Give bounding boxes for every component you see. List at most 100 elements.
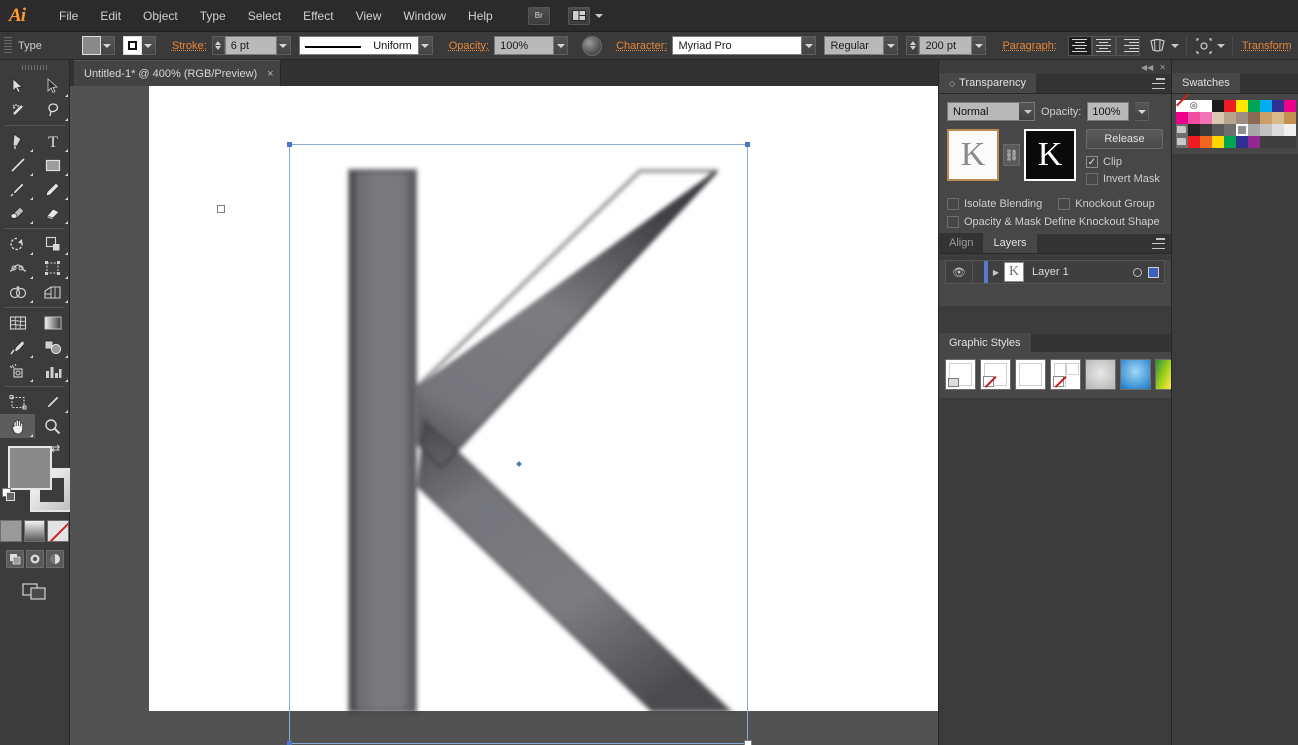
default-fill-stroke-icon[interactable] [2, 488, 16, 502]
color-fill-mode-button[interactable] [0, 520, 22, 542]
swatch-color[interactable] [1260, 136, 1272, 148]
stroke-profile-chevron-icon[interactable] [418, 36, 433, 55]
mask-thumbnail[interactable]: K [1024, 129, 1076, 181]
swatch-none[interactable] [1176, 100, 1188, 112]
swatch-color[interactable] [1284, 112, 1296, 124]
layer-visibility-icon[interactable]: 👁 [946, 266, 972, 279]
stroke-label[interactable]: Stroke: [172, 40, 207, 52]
eraser-tool[interactable] [35, 201, 70, 225]
swatch-color[interactable] [1188, 112, 1200, 124]
layer-expand-chevron-icon[interactable]: ▶ [988, 268, 1004, 277]
swatch-color[interactable] [1224, 136, 1236, 148]
align-left-button[interactable] [1067, 35, 1092, 56]
swap-fill-stroke-icon[interactable]: ⇄ [51, 442, 65, 456]
layer-lock-column[interactable] [972, 261, 984, 283]
swatch-group-folder[interactable] [1176, 136, 1188, 148]
graphic-style-none-split[interactable] [1050, 359, 1081, 390]
swatch-registration[interactable]: ◎ [1188, 100, 1200, 112]
clip-checkbox[interactable]: ✓ [1086, 156, 1098, 168]
swatch-color[interactable] [1272, 124, 1284, 136]
knockout-group-row[interactable]: Knockout Group [1058, 198, 1155, 210]
swatch-color[interactable] [1200, 100, 1212, 112]
shape-builder-tool[interactable] [0, 280, 35, 304]
paintbrush-tool[interactable] [0, 177, 35, 201]
fill-color-indicator[interactable] [8, 446, 52, 490]
swatch-color[interactable] [1272, 112, 1284, 124]
menu-help[interactable]: Help [457, 0, 504, 32]
clip-row[interactable]: ✓ Clip [1086, 156, 1163, 168]
stroke-profile-field[interactable]: Uniform [298, 36, 419, 55]
document-tab[interactable]: Untitled-1* @ 400% (RGB/Preview) × [74, 60, 281, 86]
none-fill-mode-button[interactable] [47, 520, 70, 542]
artboard-tool[interactable] [0, 390, 35, 414]
line-segment-tool[interactable] [0, 153, 35, 177]
character-label[interactable]: Character: [616, 40, 667, 52]
swatch-color[interactable] [1248, 124, 1260, 136]
swatch-color[interactable] [1224, 112, 1236, 124]
artwork-thumbnail[interactable]: K [947, 129, 999, 181]
menu-type[interactable]: Type [189, 0, 237, 32]
swatch-color[interactable] [1236, 112, 1248, 124]
blend-tool[interactable] [35, 335, 70, 359]
scale-tool[interactable] [35, 232, 70, 256]
transparency-opacity-chevron-icon[interactable] [1135, 102, 1150, 121]
type-tool[interactable]: T [35, 129, 70, 153]
menu-select[interactable]: Select [237, 0, 292, 32]
knockout-shape-checkbox[interactable] [947, 216, 959, 228]
graphic-style-white[interactable] [1015, 359, 1046, 390]
swatch-color[interactable] [1224, 100, 1236, 112]
arrange-chevron-down-icon[interactable] [594, 13, 603, 18]
swatch-color[interactable] [1284, 136, 1296, 148]
blend-mode-select[interactable]: Normal [947, 102, 1035, 121]
invert-mask-checkbox[interactable] [1086, 173, 1098, 185]
swatch-color[interactable] [1188, 136, 1200, 148]
align-center-button[interactable] [1091, 35, 1116, 56]
menu-window[interactable]: Window [392, 0, 457, 32]
swatch-color[interactable] [1236, 136, 1248, 148]
swatch-color[interactable] [1188, 124, 1200, 136]
envelope-chevron-down-icon[interactable] [1170, 43, 1179, 48]
rotate-tool[interactable] [0, 232, 35, 256]
font-style-chevron-icon[interactable] [884, 36, 899, 55]
stroke-color-swatch[interactable] [122, 36, 142, 55]
swatch-color[interactable] [1200, 136, 1212, 148]
swatch-color[interactable] [1272, 136, 1284, 148]
pencil-tool[interactable] [35, 177, 70, 201]
change-screen-mode-button[interactable] [21, 580, 48, 600]
font-style-field[interactable]: Regular [824, 36, 885, 55]
canvas-area[interactable] [70, 86, 938, 745]
column-graph-tool[interactable] [35, 359, 70, 383]
swatch-color[interactable] [1260, 124, 1272, 136]
menu-view[interactable]: View [345, 0, 393, 32]
lasso-tool[interactable] [35, 98, 70, 122]
knockout-shape-check-row[interactable]: Opacity & Mask Define Knockout Shape [947, 216, 1160, 228]
menu-edit[interactable]: Edit [89, 0, 132, 32]
arrange-documents-icon[interactable] [567, 6, 590, 25]
layer-name[interactable]: Layer 1 [1024, 266, 1133, 278]
font-size-field[interactable]: 200 pt [919, 36, 973, 55]
stroke-weight-stepper[interactable] [211, 36, 225, 55]
graphic-style-default[interactable] [945, 359, 976, 390]
tab-align[interactable]: Align [939, 233, 984, 253]
mesh-tool[interactable] [0, 311, 35, 335]
swatch-color[interactable] [1212, 100, 1224, 112]
stroke-dropdown-chevron-icon[interactable] [141, 36, 156, 55]
isolate-blending-row[interactable]: Isolate Blending [947, 198, 1042, 210]
release-mask-button[interactable]: Release [1086, 129, 1163, 149]
swatch-color[interactable] [1248, 136, 1260, 148]
pen-tool[interactable] [0, 129, 35, 153]
gradient-fill-mode-button[interactable] [23, 520, 46, 542]
tab-swatches[interactable]: Swatches [1172, 73, 1240, 93]
swatch-color[interactable] [1248, 100, 1260, 112]
graphic-style-soft-gray[interactable] [1085, 359, 1116, 390]
tab-transparency[interactable]: ◇ Transparency [939, 73, 1036, 93]
swatch-color[interactable] [1284, 100, 1296, 112]
layers-panel-menu-icon[interactable] [1152, 238, 1165, 249]
knockout-group-checkbox[interactable] [1058, 198, 1071, 210]
opacity-field[interactable]: 100% [494, 36, 555, 55]
menu-file[interactable]: File [48, 0, 89, 32]
close-document-icon[interactable]: × [267, 68, 273, 80]
transform-label[interactable]: Transform [1242, 40, 1292, 52]
envelope-distort-icon[interactable] [1148, 36, 1168, 56]
swatch-color[interactable] [1284, 124, 1296, 136]
